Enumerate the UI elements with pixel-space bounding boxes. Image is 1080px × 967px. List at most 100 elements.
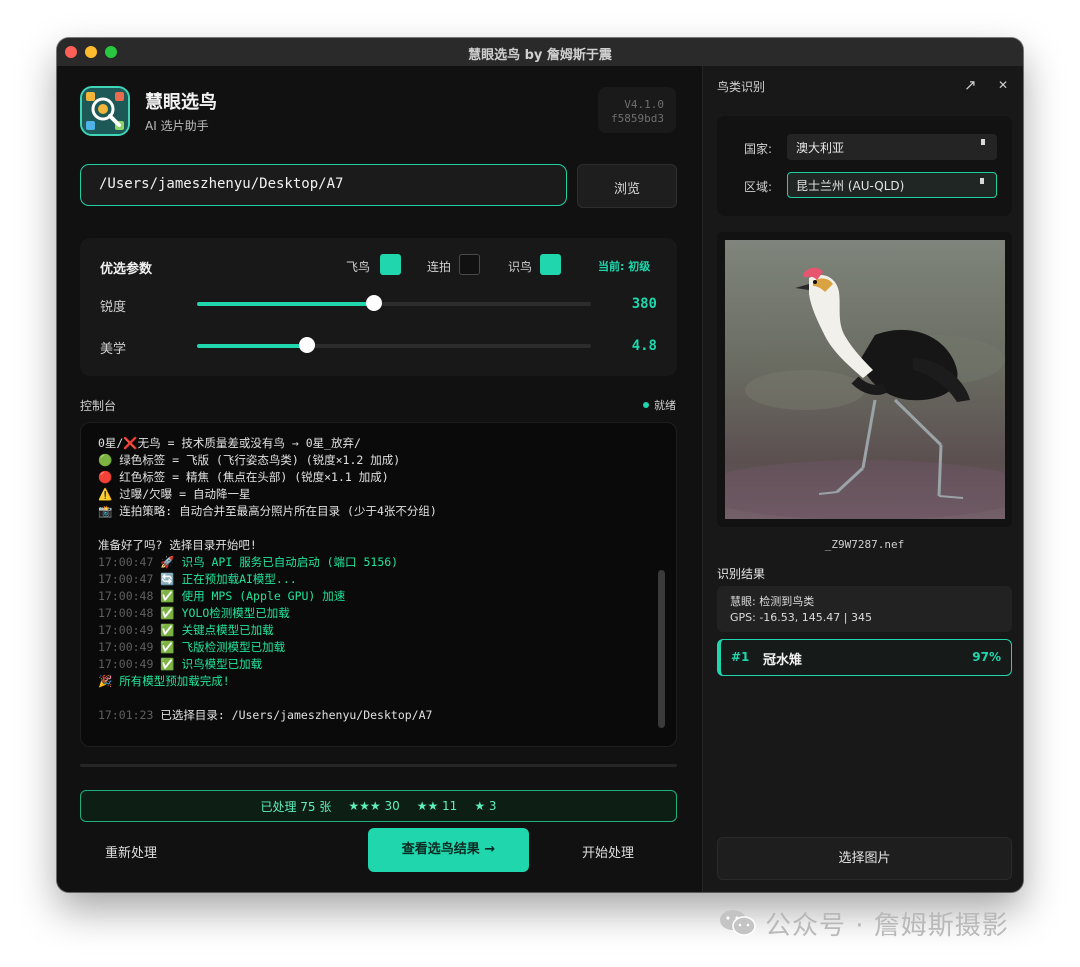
console-status: 就绪 bbox=[643, 397, 676, 413]
burst-checkbox[interactable] bbox=[459, 254, 480, 275]
console-status-text: 就绪 bbox=[654, 399, 676, 412]
region-settings: 国家: 澳大利亚 区域: 昆士兰州 (AU-QLD) bbox=[717, 116, 1012, 216]
warning-icon: ⚠️ bbox=[98, 487, 113, 501]
country-label: 国家: bbox=[744, 142, 773, 156]
version-number: V4.1.0 bbox=[624, 98, 664, 111]
directory-path-input[interactable]: /Users/jameszhenyu/Desktop/A7 bbox=[80, 164, 567, 206]
top-result-item[interactable]: #1 冠水雉 97% bbox=[717, 639, 1012, 676]
rocket-icon: 🚀 bbox=[160, 555, 175, 569]
photo-preview bbox=[717, 232, 1012, 527]
check-icon: ✅ bbox=[160, 640, 175, 654]
select-arrow-icon bbox=[980, 178, 984, 184]
region-value: 昆士兰州 (AU-QLD) bbox=[796, 179, 905, 193]
choose-image-button[interactable]: 选择图片 bbox=[717, 837, 1012, 880]
detection-info: 慧眼: 检测到鸟类 GPS: -16.53, 145.47 | 345 bbox=[717, 586, 1012, 632]
title-bar: 慧眼选鸟 by 詹姆斯于震 bbox=[57, 38, 1023, 67]
check-icon: ✅ bbox=[160, 589, 175, 603]
region-label: 区域: bbox=[744, 180, 773, 194]
log-line: 17:00:49 ✅ 关键点模型已加载 bbox=[98, 623, 274, 637]
app-subtitle: AI 选片助手 bbox=[145, 119, 209, 133]
console-line: 0星/❌无鸟 = 技术质量差或没有鸟 → 0星_放弃/ bbox=[98, 436, 361, 450]
wechat-icon bbox=[720, 910, 756, 936]
aesthetics-label: 美学 bbox=[100, 342, 127, 357]
select-arrow-icon bbox=[981, 139, 985, 145]
party-popper-icon: 🎉 bbox=[98, 674, 113, 688]
browse-button[interactable]: 浏览 bbox=[577, 164, 677, 208]
aesthetics-slider[interactable] bbox=[197, 337, 591, 353]
console-line: ⚠️ 过曝/欠曝 = 自动降一星 bbox=[98, 487, 251, 501]
bird-identification-panel: 鸟类识别 ↗ ✕ 国家: 澳大利亚 区域: 昆士兰州 (AU-QLD) _Z9W… bbox=[702, 66, 1023, 892]
identify-toggle-label: 识鸟 bbox=[508, 260, 533, 274]
build-hash: f5859bd3 bbox=[611, 112, 664, 125]
detection-line: 慧眼: 检测到鸟类 bbox=[730, 595, 815, 608]
close-icon[interactable]: ✕ bbox=[998, 78, 1008, 92]
sharpness-slider[interactable] bbox=[197, 295, 591, 311]
burst-toggle-label: 连拍 bbox=[427, 260, 452, 274]
status-dot-icon bbox=[643, 402, 649, 408]
start-processing-button[interactable]: 开始处理 bbox=[582, 842, 634, 861]
identify-checkbox[interactable] bbox=[540, 254, 561, 275]
version-badge: V4.1.0 f5859bd3 bbox=[598, 87, 676, 133]
aesthetics-fill bbox=[197, 344, 308, 348]
console-gap bbox=[98, 520, 676, 537]
sharpness-slider-thumb[interactable] bbox=[366, 295, 383, 311]
console-log[interactable]: 0星/❌无鸟 = 技术质量差或没有鸟 → 0星_放弃/ 🟢 绿色标签 = 飞版 … bbox=[80, 422, 677, 747]
app-logo-icon bbox=[80, 86, 130, 136]
console-line: 🟢 绿色标签 = 飞版 (飞行姿态鸟类) (锐度×1.2 加成) bbox=[98, 453, 401, 467]
console-title: 控制台 bbox=[80, 399, 117, 413]
country-select[interactable]: 澳大利亚 bbox=[787, 134, 997, 160]
console-gap bbox=[98, 690, 676, 707]
result-rank: #1 bbox=[731, 650, 750, 664]
sharpness-label: 锐度 bbox=[100, 300, 127, 315]
sharpness-fill bbox=[197, 302, 375, 306]
selection-params-panel: 优选参数 飞鸟 连拍 识鸟 当前: 初级 锐度 380 美学 4.8 bbox=[80, 238, 677, 376]
one-star-count: ★ 3 bbox=[474, 799, 497, 813]
check-icon: ✅ bbox=[160, 606, 175, 620]
window-title: 慧眼选鸟 by 詹姆斯于震 bbox=[468, 48, 612, 63]
region-select[interactable]: 昆士兰州 (AU-QLD) bbox=[787, 172, 997, 198]
log-line: 🎉 所有模型预加载完成! bbox=[98, 674, 230, 688]
console-prompt: 准备好了吗? 选择目录开始吧! bbox=[98, 538, 257, 552]
view-results-button[interactable]: 查看选鸟结果 → bbox=[368, 828, 529, 872]
confidence-value: 97% bbox=[972, 650, 1001, 664]
current-level-label: 当前: 初级 bbox=[598, 260, 651, 273]
photo-filename: _Z9W7287.nef bbox=[824, 538, 905, 551]
processed-count: 已处理 75 张 bbox=[260, 799, 332, 814]
params-title: 优选参数 bbox=[100, 262, 153, 277]
species-name: 冠水雉 bbox=[763, 653, 803, 668]
log-line: 17:00:47 🚀 识鸟 API 服务已自动启动 (端口 5156) bbox=[98, 555, 399, 569]
console-scrollbar[interactable] bbox=[658, 570, 665, 728]
flight-toggle-label: 飞鸟 bbox=[346, 260, 371, 274]
app-window: 慧眼选鸟 by 詹姆斯于震 慧眼选鸟 AI 选片助手 V4.1.0 f5859b… bbox=[57, 38, 1023, 892]
expand-icon[interactable]: ↗ bbox=[964, 76, 977, 94]
reload-icon: 🔄 bbox=[160, 572, 175, 586]
log-line: 17:00:49 ✅ 飞版检测模型已加载 bbox=[98, 640, 286, 654]
main-panel: 慧眼选鸟 AI 选片助手 V4.1.0 f5859bd3 /Users/jame… bbox=[57, 66, 702, 892]
check-icon: ✅ bbox=[160, 657, 175, 671]
identify-panel-title: 鸟类识别 bbox=[717, 80, 766, 94]
aesthetics-slider-thumb[interactable] bbox=[299, 337, 316, 353]
reprocess-button[interactable]: 重新处理 bbox=[105, 842, 157, 861]
console-line: 📸 连拍策略: 自动合并至最高分照片所在目录 (少于4张不分组) bbox=[98, 504, 437, 518]
gps-line: GPS: -16.53, 145.47 | 345 bbox=[730, 611, 872, 624]
log-line: 17:00:48 ✅ YOLO检测模型已加载 bbox=[98, 606, 290, 620]
watermark: 公众号 · 詹姆斯摄影 bbox=[719, 901, 1009, 945]
processing-summary: 已处理 75 张 ★★★ 30 ★★ 11 ★ 3 bbox=[80, 790, 677, 822]
check-icon: ✅ bbox=[160, 623, 175, 637]
app-name: 慧眼选鸟 bbox=[145, 92, 217, 113]
two-star-count: ★★ 11 bbox=[416, 799, 458, 813]
country-value: 澳大利亚 bbox=[796, 141, 845, 155]
console-line: 🔴 红色标签 = 精焦 (焦点在头部) (锐度×1.1 加成) bbox=[98, 470, 389, 484]
red-circle-icon: 🔴 bbox=[98, 470, 113, 484]
green-circle-icon: 🟢 bbox=[98, 453, 113, 467]
log-line: 17:00:47 🔄 正在预加载AI模型... bbox=[98, 572, 297, 586]
three-star-count: ★★★ 30 bbox=[348, 799, 400, 813]
log-line: 17:00:49 ✅ 识鸟模型已加载 bbox=[98, 657, 263, 671]
progress-divider bbox=[80, 764, 677, 767]
log-line: 17:00:48 ✅ 使用 MPS (Apple GPU) 加速 bbox=[98, 589, 346, 603]
bird-photo bbox=[725, 240, 1005, 519]
flight-checkbox[interactable] bbox=[380, 254, 401, 275]
results-title: 识别结果 bbox=[717, 567, 766, 581]
watermark-text: 公众号 · 詹姆斯摄影 bbox=[765, 910, 1009, 941]
sharpness-value: 380 bbox=[631, 296, 657, 312]
